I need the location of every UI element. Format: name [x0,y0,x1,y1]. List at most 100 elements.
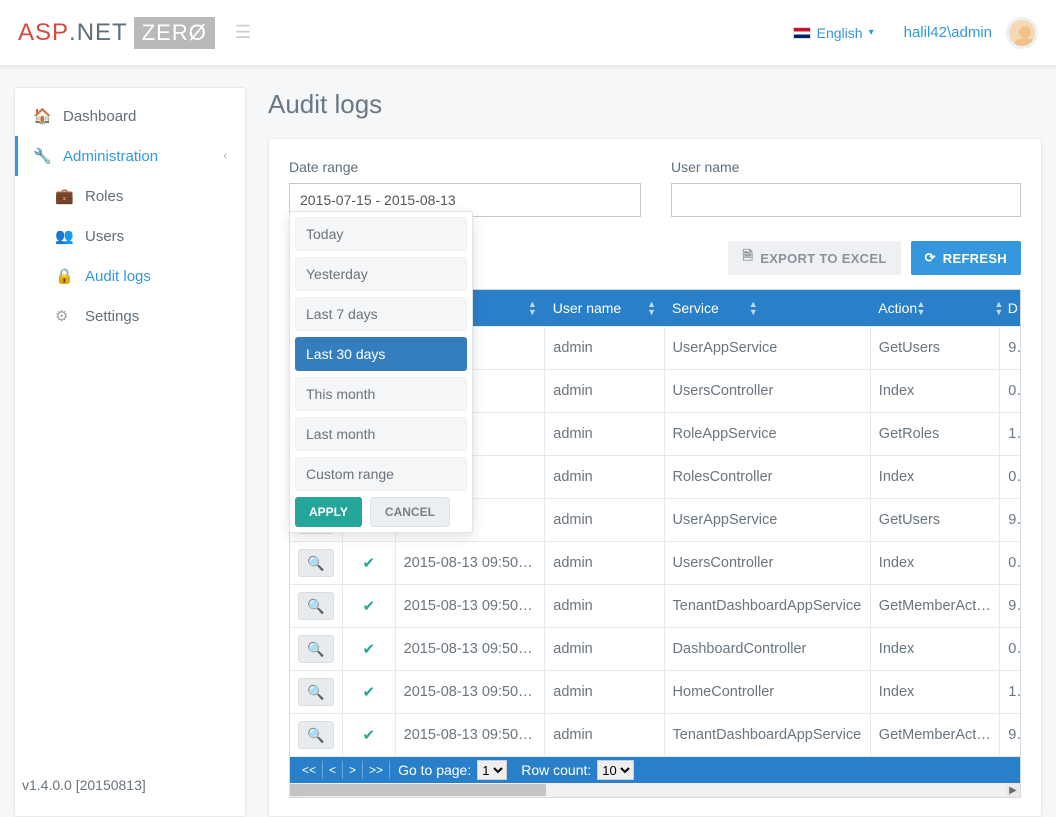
cell-user: admin [545,327,664,370]
pager-rowcount-label: Row count: [521,762,591,778]
sidebar-item-label: Users [85,228,124,245]
cell-d: 1 [1000,671,1020,714]
pager-last[interactable]: >> [363,761,390,779]
gear-icon: ⚙ [55,307,75,325]
table-row: 🔍 ✔ 2015-08-13 09:50:22adminTenantDashboar… [290,585,1020,628]
preset-last-30-days[interactable]: Last 30 days [295,337,467,371]
view-row-button[interactable]: 🔍 [298,635,334,663]
cell-d: 0 [1000,370,1020,413]
table-row: 🔍✔2015-08-13 09:50:25adminUsersControlle… [290,542,1020,585]
sidebar-item-users[interactable]: 👥 Users [15,216,245,256]
cell-user: admin [545,714,664,757]
status-ok-icon: ✔ [363,641,376,658]
refresh-button[interactable]: ⟳ REFRESH [911,241,1021,275]
column-service[interactable]: Service▲▼ [664,290,870,327]
language-label: English [817,25,863,41]
cell-time: 2015-08-13 09:50:18 [395,714,545,757]
home-icon: 🏠 [33,107,53,125]
button-label: REFRESH [943,251,1007,266]
menu-toggle-icon[interactable]: ☰ [235,22,251,43]
date-apply-button[interactable]: APPLY [295,497,362,527]
cell-user: admin [545,628,664,671]
cell-d: 9 [1000,714,1020,757]
cell-time: 2015-08-13 09:50:25 [395,542,545,585]
cell-d: 0 [1000,628,1020,671]
audit-logs-panel: Date range User name Today Yesterday Las… [268,138,1042,817]
preset-last-month[interactable]: Last month [295,417,467,451]
sidebar-item-dashboard[interactable]: 🏠 Dashboard [15,96,245,136]
column-action[interactable]: Action▲▼ [870,290,999,327]
preset-today[interactable]: Today [295,217,467,251]
user-avatar[interactable] [1006,17,1038,49]
cell-user: admin [545,499,664,542]
cell-service: RolesController [664,456,870,499]
scroll-right-icon[interactable]: ▶ [1006,783,1020,797]
date-cancel-button[interactable]: CANCEL [370,497,450,527]
preset-last-7-days[interactable]: Last 7 days [295,297,467,331]
search-icon: 🔍 [307,727,324,744]
pager-rowcount-select[interactable]: 10 [597,760,634,780]
view-row-button[interactable]: 🔍 [298,678,334,706]
cell-user: admin [545,370,664,413]
cell-d: 0 [1000,542,1020,585]
current-user-link[interactable]: halil42\admin [904,24,992,41]
cell-service: RoleAppService [664,413,870,456]
cell-action: GetUsers [870,499,999,542]
cell-action: Index [870,671,999,714]
pager-prev[interactable]: < [323,761,343,779]
cell-d: 0 [1000,456,1020,499]
sidebar-item-administration[interactable]: 🔧 Administration ‹ [15,136,245,176]
cell-action: Index [870,542,999,585]
preset-this-month[interactable]: This month [295,377,467,411]
sidebar-item-settings[interactable]: ⚙ Settings [15,296,245,336]
pager-next[interactable]: > [343,761,363,779]
cell-d: 9 [1000,499,1020,542]
users-icon: 👥 [55,227,75,245]
date-range-label: Date range [289,159,641,175]
cell-action: GetUsers [870,327,999,370]
cell-service: UserAppService [664,327,870,370]
chevron-down-icon: ▾ [869,27,874,38]
cell-action: GetMemberActivity [870,714,999,757]
status-ok-icon: ✔ [363,684,376,701]
column-d[interactable]: D▲▼ [1000,290,1020,327]
sidebar-item-audit-logs[interactable]: 🔒 Audit logs [15,256,245,296]
preset-custom-range[interactable]: Custom range [295,457,467,491]
button-label: EXPORT TO EXCEL [760,251,886,266]
sidebar-item-label: Roles [85,188,123,205]
username-label: User name [671,159,1021,175]
scroll-left-icon[interactable]: ◀ [290,783,304,797]
cell-action: Index [870,370,999,413]
cell-action: Index [870,628,999,671]
cell-user: admin [545,413,664,456]
cell-user: admin [545,585,664,628]
export-excel-button[interactable]: 🗎 EXPORT TO EXCEL [728,241,900,275]
status-ok-icon: ✔ [363,598,376,615]
view-row-button[interactable]: 🔍 [298,721,334,749]
cell-user: admin [545,456,664,499]
logo-zero: ZERØ [134,17,215,49]
file-icon: 🗎 [742,247,753,269]
username-input[interactable] [671,183,1021,217]
language-selector[interactable]: English ▾ [793,25,874,41]
status-ok-icon: ✔ [363,555,376,572]
cell-time: 2015-08-13 09:50:22 [395,585,545,628]
search-icon: 🔍 [307,598,324,615]
pager-first[interactable]: << [296,761,323,779]
lock-icon: 🔒 [55,267,75,285]
pager-page-select[interactable]: 1 [477,760,507,780]
sidebar-item-label: Settings [85,308,139,325]
view-row-button[interactable]: 🔍 [298,549,334,577]
cell-time: 2015-08-13 09:50:21 [395,671,545,714]
app-logo: ASP.NET ZERØ [18,17,215,49]
horizontal-scrollbar[interactable]: ◀ ▶ [290,783,1020,797]
sidebar-item-roles[interactable]: 💼 Roles [15,176,245,216]
cell-service: DashboardController [664,628,870,671]
wrench-icon: 🔧 [33,147,53,165]
view-row-button[interactable]: 🔍 [298,592,334,620]
sidebar-item-label: Audit logs [85,268,151,285]
pager: << < > >> Go to page: 1 Row count: 10 [290,757,1020,783]
cell-service: TenantDashboardAppService [664,585,870,628]
sidebar-item-label: Administration [63,148,158,165]
preset-yesterday[interactable]: Yesterday [295,257,467,291]
